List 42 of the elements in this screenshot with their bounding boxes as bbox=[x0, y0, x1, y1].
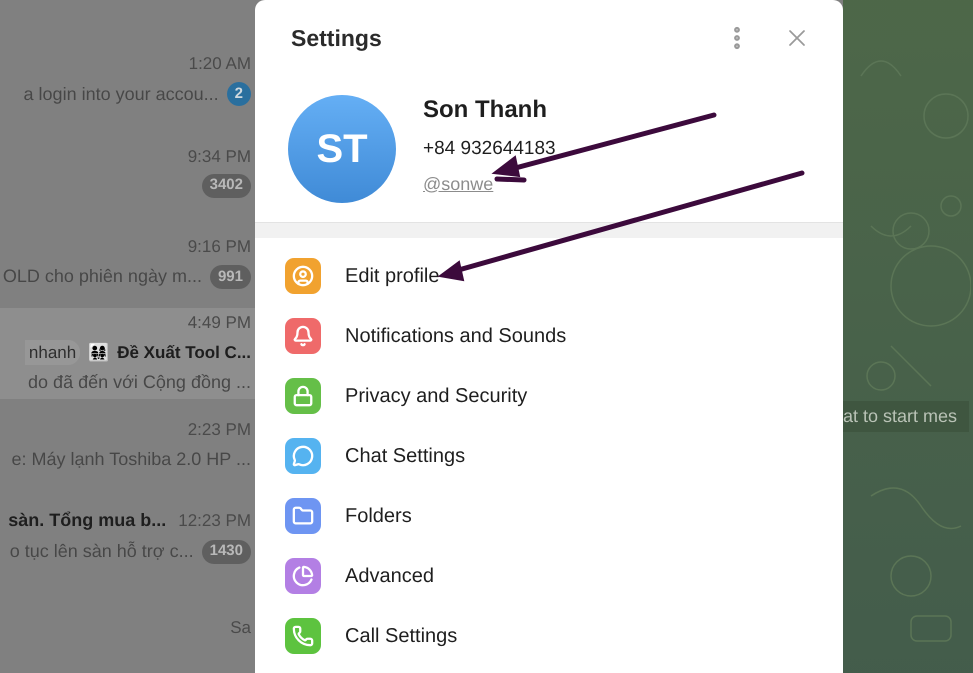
phone-icon bbox=[292, 625, 314, 647]
message-preview: do đã đến với Cộng đồng ... bbox=[28, 371, 251, 394]
menu-label: Call Settings bbox=[345, 624, 458, 649]
message-preview: o tục lên sàn hỗ trợ c... bbox=[10, 540, 194, 564]
username-link[interactable]: @sonwe bbox=[423, 170, 556, 198]
unread-count: 1430 bbox=[202, 540, 251, 564]
menu-label: Advanced bbox=[345, 564, 434, 589]
menu-label: Folders bbox=[345, 504, 412, 529]
settings-menu-item[interactable]: Notifications and Sounds bbox=[255, 306, 843, 366]
settings-menu-item[interactable]: Chat Settings bbox=[255, 426, 843, 486]
message-preview: a login into your accou... bbox=[24, 82, 219, 106]
message-time: 4:49 PM bbox=[188, 312, 251, 334]
menu-label: Chat Settings bbox=[345, 444, 466, 469]
menu-label: Privacy and Security bbox=[345, 384, 528, 409]
settings-menu-item[interactable]: Edit profile bbox=[255, 246, 843, 306]
user-icon bbox=[292, 265, 314, 287]
unread-count: 991 bbox=[210, 264, 251, 289]
menu-label: Edit profile bbox=[345, 264, 440, 289]
message-preview: OLD cho phiên ngày m... bbox=[2, 265, 202, 288]
chat-list-item[interactable]: 4:49 PM nhanh 👨‍👩‍👧‍👧 Đề Xuất Tool C... do đã đến với Cộng đồng ... bbox=[0, 308, 255, 400]
chat-title: sàn. Tổng mua b... bbox=[8, 509, 166, 532]
start-messaging-hint: at to start mes bbox=[843, 401, 970, 432]
profile-avatar: ST bbox=[288, 95, 396, 203]
settings-menu-item[interactable]: Folders bbox=[255, 486, 843, 546]
pie-chart-icon bbox=[292, 565, 314, 587]
unread-count: 2 bbox=[226, 82, 251, 106]
lock-icon bbox=[292, 385, 314, 407]
settings-menu-item[interactable]: Call Settings bbox=[255, 606, 843, 666]
folder-icon bbox=[292, 505, 314, 527]
unread-count: 3402 bbox=[202, 174, 251, 198]
menu-label: Notifications and Sounds bbox=[345, 324, 566, 349]
profile-name: Son Thanh bbox=[423, 95, 548, 126]
dialog-title: Settings bbox=[291, 24, 383, 53]
phone-number: +84 932644183 bbox=[423, 137, 556, 162]
settings-menu-item[interactable]: Privacy and Security bbox=[255, 366, 843, 426]
sender-tag: nhanh bbox=[24, 340, 80, 366]
message-preview: e: Máy lạnh Toshiba 2.0 HP ... bbox=[12, 448, 251, 472]
family-emoji: 👨‍👩‍👧‍👧 bbox=[88, 342, 110, 364]
bell-icon bbox=[292, 325, 314, 347]
chat-title: Đề Xuất Tool C... bbox=[117, 342, 251, 364]
chat-bubble-icon bbox=[292, 445, 314, 467]
settings-menu-item[interactable]: Advanced bbox=[255, 546, 843, 606]
